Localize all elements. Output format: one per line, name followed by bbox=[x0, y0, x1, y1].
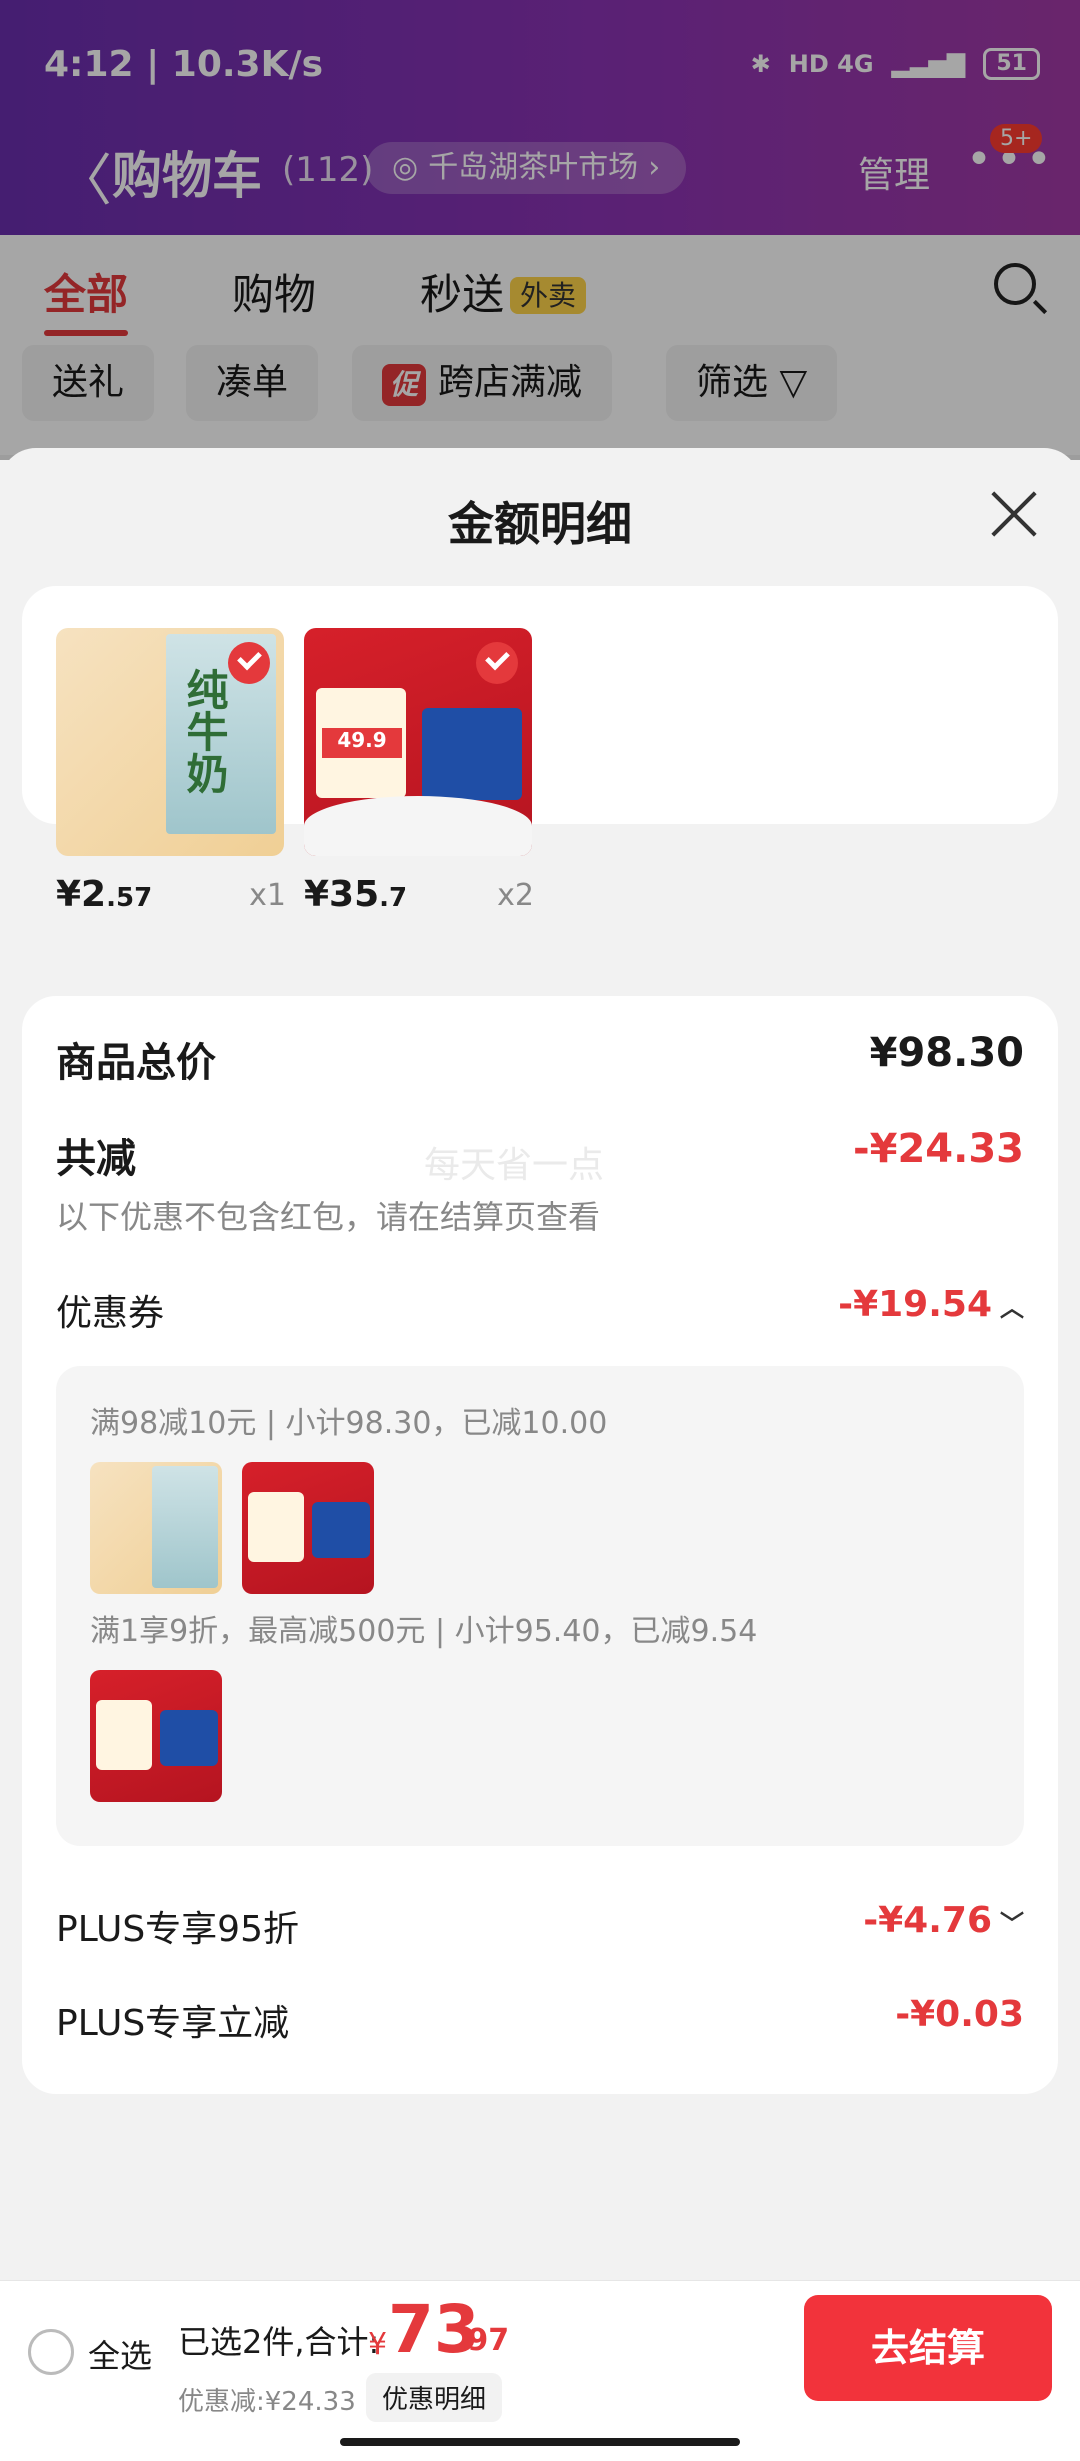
milk-wave-graphic bbox=[304, 796, 532, 856]
checked-icon bbox=[476, 642, 518, 684]
price-dec: .57 bbox=[106, 883, 153, 913]
milk-carton bbox=[152, 1466, 218, 1588]
plus-reduce-value: -¥0.03 bbox=[895, 1994, 1024, 2035]
discount-note: 以下优惠不包含红包，请在结算页查看 bbox=[56, 1198, 601, 1236]
product-item[interactable]: 49.9 ¥35.7 x2 bbox=[304, 628, 534, 920]
reduce-value: -¥24.33 bbox=[853, 1126, 1024, 1172]
modal-overlay[interactable] bbox=[0, 0, 1080, 460]
coupon-product-thumb-yogurt bbox=[242, 1462, 374, 1594]
coupon-row[interactable]: 优惠券 -¥19.54 ︿ bbox=[56, 1284, 1024, 1336]
plus-reduce-row: PLUS专享立减 -¥0.03 bbox=[56, 1994, 1024, 2046]
product-image-yogurt: 49.9 bbox=[304, 628, 532, 856]
product-qty: x2 bbox=[497, 878, 534, 913]
checked-icon bbox=[228, 642, 270, 684]
price-dec: .7 bbox=[379, 883, 408, 913]
promo-card-graphic bbox=[96, 1700, 152, 1770]
coupon-value: -¥19.54 ︿ bbox=[838, 1284, 1024, 1325]
checkout-button[interactable]: 去结算 bbox=[804, 2295, 1052, 2401]
sheet-title: 金额明细 bbox=[448, 497, 632, 551]
coupon-product-thumb-yogurt bbox=[90, 1670, 222, 1802]
can-graphic bbox=[312, 1502, 370, 1558]
reduce-label: 共减 bbox=[56, 1136, 136, 1182]
coupon-detail-box: 满98减10元 | 小计98.30，已减10.00 满1享9折，最高减500元 … bbox=[56, 1366, 1024, 1846]
select-all-radio[interactable] bbox=[28, 2329, 74, 2375]
currency-symbol: ¥ bbox=[368, 2327, 388, 2362]
price-tag-graphic: 49.9 bbox=[322, 728, 402, 758]
discount-detail-link[interactable]: 优惠明细 bbox=[366, 2373, 503, 2422]
coupon-value-text: -¥19.54 bbox=[838, 1284, 992, 1325]
can-graphic bbox=[160, 1710, 218, 1766]
coupon-product-thumb-milk bbox=[90, 1462, 222, 1594]
checkout-bar: 全选 已选2件,合计: ¥ 73 .97 优惠减:¥24.33 优惠明细 去结算 bbox=[0, 2280, 1080, 2461]
plus-discount-value-text: -¥4.76 bbox=[863, 1900, 992, 1941]
product-image-milk: 纯牛奶 bbox=[56, 628, 284, 856]
product-price: ¥35.7 x2 bbox=[304, 874, 534, 920]
home-indicator[interactable] bbox=[340, 2438, 740, 2446]
milk-brand-graphic: 纯牛奶 bbox=[180, 668, 229, 794]
promo-card-graphic bbox=[248, 1492, 304, 1562]
price-int: ¥35 bbox=[304, 874, 380, 915]
close-icon[interactable] bbox=[990, 490, 1038, 538]
coupon-label: 优惠券 bbox=[56, 1293, 165, 1334]
summary-card: 商品总价 ¥98.30 共减 -¥24.33 每天省一点 以下优惠不包含红包，请… bbox=[22, 996, 1058, 2094]
plus-reduce-label: PLUS专享立减 bbox=[56, 2003, 290, 2044]
coupon-rule-1: 满98减10元 | 小计98.30，已减10.00 bbox=[90, 1406, 608, 1441]
watermark-text: 每天省一点 bbox=[424, 1145, 605, 1186]
total-price-value: ¥98.30 bbox=[869, 1030, 1024, 1076]
can-graphic bbox=[422, 708, 522, 800]
product-item[interactable]: 纯牛奶 ¥2.57 x1 bbox=[56, 628, 286, 920]
plus-discount-row[interactable]: PLUS专享95折 -¥4.76 ﹀ bbox=[56, 1900, 1024, 1952]
product-qty: x1 bbox=[249, 878, 286, 913]
select-all-label[interactable]: 全选 bbox=[88, 2331, 152, 2377]
total-amount-decimal: .97 bbox=[456, 2323, 510, 2358]
chevron-down-icon: ﹀ bbox=[1000, 1910, 1024, 1938]
selected-products-card: 纯牛奶 ¥2.57 x1 49.9 ¥35.7 x2 bbox=[22, 586, 1058, 915]
total-price-row: 商品总价 ¥98.30 bbox=[56, 1030, 1024, 1088]
plus-discount-label: PLUS专享95折 bbox=[56, 1909, 299, 1950]
product-price: ¥2.57 x1 bbox=[56, 874, 286, 920]
price-int: ¥2 bbox=[56, 874, 107, 915]
chevron-up-icon: ︿ bbox=[1000, 1294, 1024, 1322]
plus-discount-value: -¥4.76 ﹀ bbox=[863, 1900, 1024, 1941]
saved-amount: 优惠减:¥24.33 bbox=[178, 2387, 356, 2417]
coupon-rule-2: 满1享9折，最高减500元 | 小计95.40，已减9.54 bbox=[90, 1614, 758, 1649]
total-price-label: 商品总价 bbox=[56, 1040, 216, 1086]
selected-info: 已选2件,合计: bbox=[178, 2323, 380, 2361]
